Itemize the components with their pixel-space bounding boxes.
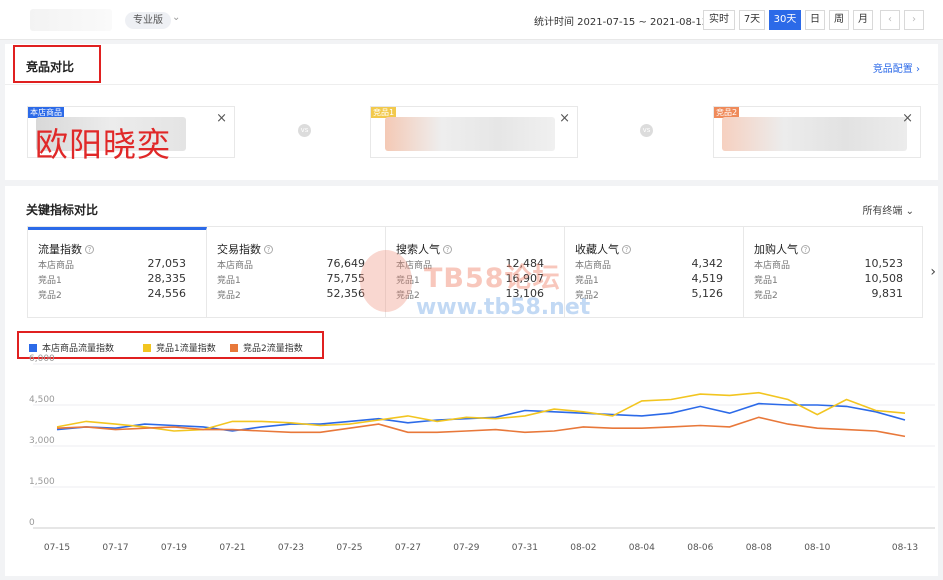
x-tick-label: 08-06 bbox=[687, 543, 713, 553]
x-tick-label: 07-21 bbox=[219, 543, 245, 553]
edition-badge[interactable]: 专业版 bbox=[125, 12, 171, 29]
overlay-name-text: 欧阳晓奕 bbox=[35, 125, 171, 164]
range-30d-button[interactable]: 30天 bbox=[769, 10, 801, 30]
x-tick-label: 08-13 bbox=[892, 543, 918, 553]
range-7d-button[interactable]: 7天 bbox=[739, 10, 765, 30]
close-icon[interactable]: × bbox=[216, 111, 227, 126]
x-tick-label: 07-23 bbox=[278, 543, 304, 553]
product-image-blurred bbox=[722, 117, 907, 151]
y-tick-label: 3,000 bbox=[29, 436, 55, 446]
range-day-button[interactable]: 日 bbox=[805, 10, 825, 30]
y-tick-label: 4,500 bbox=[29, 395, 55, 405]
stat-period: 统计时间 2021-07-15 ~ 2021-08-13 bbox=[534, 17, 709, 28]
vs-icon: vs bbox=[298, 124, 311, 137]
x-tick-label: 07-19 bbox=[161, 543, 187, 553]
close-icon[interactable]: × bbox=[902, 111, 913, 126]
x-tick-label: 07-27 bbox=[395, 543, 421, 553]
vs-icon: vs bbox=[640, 124, 653, 137]
chevron-down-icon[interactable]: ⌄ bbox=[172, 12, 180, 23]
indicators-card: 关键指标对比 所有终端 ⌄ 流量指数? 本店商品 27,053 竞品1 28,335… bbox=[5, 186, 938, 576]
top-bar: 专业版 ⌄ 统计时间 2021-07-15 ~ 2021-08-13 实时 7天… bbox=[0, 0, 943, 40]
watermark-line1: TB58论坛 bbox=[424, 263, 561, 294]
x-tick-label: 08-02 bbox=[570, 543, 596, 553]
divider bbox=[5, 84, 938, 85]
hand-logo-icon bbox=[360, 250, 412, 312]
x-tick-label: 07-15 bbox=[44, 543, 70, 553]
y-tick-label: 6,000 bbox=[29, 354, 55, 364]
x-tick-label: 07-31 bbox=[512, 543, 538, 553]
prev-period-button[interactable]: ‹ bbox=[880, 10, 900, 30]
competitor2-slot[interactable]: 竞品2 × bbox=[713, 106, 921, 158]
title-highlight-box bbox=[13, 45, 101, 83]
range-week-button[interactable]: 周 bbox=[829, 10, 849, 30]
competitor1-slot[interactable]: 竞品1 × bbox=[370, 106, 578, 158]
y-tick-label: 1,500 bbox=[29, 477, 55, 487]
series-line-2 bbox=[56, 416, 906, 438]
compare-card: 竞品对比 竞品配置 › 本店商品 × 欧阳晓奕 vs 竞品1 × vs 竞品2 … bbox=[5, 44, 938, 180]
x-tick-label: 08-08 bbox=[746, 543, 772, 553]
next-period-button[interactable]: › bbox=[904, 10, 924, 30]
y-tick-label: 0 bbox=[29, 518, 35, 528]
x-tick-label: 07-17 bbox=[102, 543, 128, 553]
x-tick-label: 08-10 bbox=[804, 543, 830, 553]
compare-config-link[interactable]: 竞品配置 › bbox=[873, 60, 920, 75]
range-month-button[interactable]: 月 bbox=[853, 10, 873, 30]
traffic-line-chart: 6,000 4,500 3,000 1,500 0 07-15 07-17 07-19 07-2… bbox=[29, 354, 935, 553]
x-tick-label: 07-25 bbox=[336, 543, 362, 553]
close-icon[interactable]: × bbox=[559, 111, 570, 126]
x-tick-label: 08-04 bbox=[629, 543, 655, 553]
range-realtime-button[interactable]: 实时 bbox=[703, 10, 735, 30]
shop-logo bbox=[30, 9, 112, 31]
x-tick-label: 07-29 bbox=[453, 543, 479, 553]
watermark-line2: www.tb58.net bbox=[416, 295, 591, 320]
product-image-blurred bbox=[385, 117, 555, 151]
